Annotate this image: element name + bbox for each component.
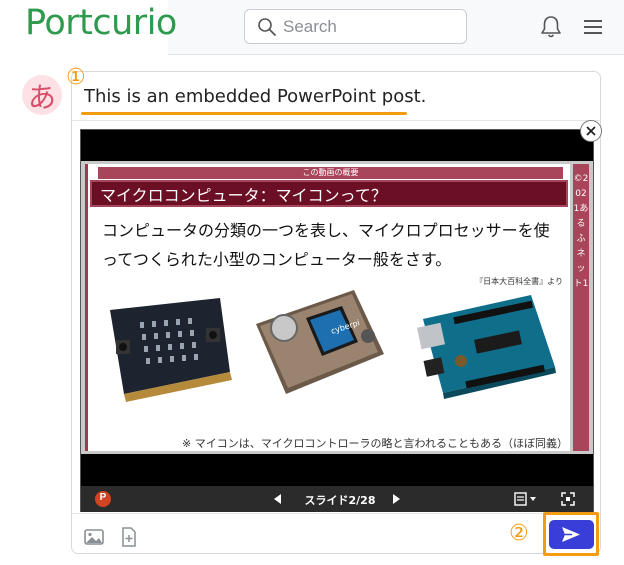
send-button[interactable]: [549, 520, 594, 549]
slide: この動画の概要 マイクロコンピュータ：マイコンって？ コンピュータの分類の一つを…: [81, 161, 593, 454]
arduino-image: [416, 295, 556, 399]
powerpoint-embed[interactable]: この動画の概要 マイクロコンピュータ：マイコンって？ コンピュータの分類の一つを…: [80, 129, 594, 512]
notes-menu-icon[interactable]: [513, 491, 539, 507]
search-icon: [258, 18, 276, 36]
post-card: ① This is an embedded PowerPoint post. こ…: [66, 67, 602, 556]
powerpoint-icon[interactable]: P: [95, 491, 111, 507]
send-icon: [562, 527, 580, 542]
avatar-initial: あ: [27, 81, 56, 114]
close-icon: [586, 126, 596, 136]
fullscreen-icon[interactable]: [560, 491, 576, 507]
page: Portcurio あ ① This is an embedded PowerP…: [0, 0, 624, 565]
slide-body: コンピュータの分類の一つを表し、マイクロプロセッサーを使ってつくられた小型のコン…: [102, 221, 550, 269]
next-slide-button[interactable]: [389, 492, 403, 506]
slide-content: この動画の概要 マイクロコンピュータ：マイコンって？ コンピュータの分類の一つを…: [85, 164, 570, 451]
slide-note: ※ マイコンは、マイクロコントローラの略と言われることもある（ほぼ同義）: [182, 437, 568, 450]
divider: [72, 120, 600, 121]
avatar[interactable]: あ: [22, 75, 62, 115]
slide-side-strip: ©2021あるふネット1: [573, 164, 589, 451]
logo-text: Portcurio: [25, 3, 177, 43]
logo[interactable]: Portcurio: [0, 0, 177, 55]
cyberpi-image: cyberpi: [256, 290, 384, 394]
copyright-text: ©2021あるふネット1: [573, 174, 589, 289]
viewer-toolbar: P スライド2/28: [81, 486, 593, 512]
slide-counter: スライド2/28: [304, 494, 376, 507]
search-input[interactable]: [283, 16, 458, 38]
annotation-marker-1: ①: [66, 65, 86, 90]
image-icon[interactable]: [84, 529, 104, 545]
microbit-image: [110, 298, 232, 402]
annotation-marker-2: ②: [509, 521, 529, 546]
top-navbar: Portcurio: [0, 0, 624, 55]
search-box[interactable]: [244, 9, 467, 44]
divider: [72, 513, 600, 514]
close-embed-button[interactable]: [580, 120, 602, 142]
powerpoint-icon-letter: P: [99, 492, 107, 503]
post-text[interactable]: This is an embedded PowerPoint post.: [84, 86, 426, 107]
bell-icon[interactable]: [538, 14, 564, 40]
slide-citation: 『日本大百科全書』より: [475, 277, 563, 286]
previous-slide-button[interactable]: [271, 492, 285, 506]
slide-kicker: この動画の概要: [98, 167, 563, 179]
annotation-underline: [81, 112, 407, 115]
slide-heading: マイクロコンピュータ：マイコンって？: [90, 180, 568, 207]
hamburger-menu-icon[interactable]: [582, 17, 604, 37]
file-add-icon[interactable]: [121, 527, 137, 547]
